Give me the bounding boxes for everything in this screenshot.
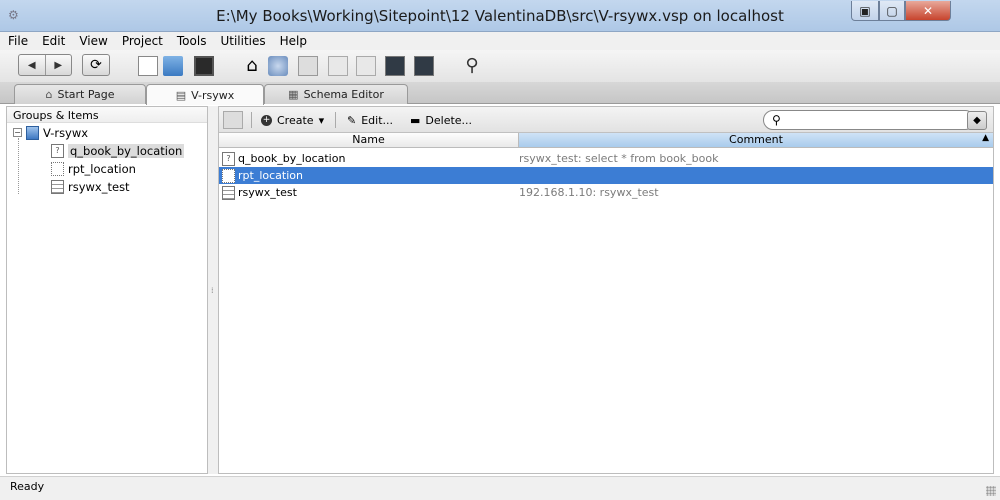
console-icon[interactable] <box>385 56 405 76</box>
report-icon <box>51 161 64 176</box>
tab-label: Schema Editor <box>303 88 384 101</box>
folder-icon[interactable] <box>223 111 243 129</box>
window-title: E:\My Books\Working\Sitepoint\12 Valenti… <box>216 7 784 25</box>
row-name: rpt_location <box>238 169 303 182</box>
home-icon: ⌂ <box>45 88 53 101</box>
table-row[interactable]: rsywx_test 192.168.1.10: rsywx_test <box>219 184 993 201</box>
column-header-comment[interactable]: Comment ▲ <box>519 133 993 147</box>
tab-schema-editor[interactable]: ▦ Schema Editor <box>264 84 408 104</box>
open-folder-icon[interactable] <box>163 56 183 76</box>
delete-button[interactable]: ▬ Delete... <box>410 111 472 129</box>
table-row[interactable]: ? q_book_by_location rsywx_test: select *… <box>219 150 993 167</box>
forward-button[interactable]: ▶ <box>46 55 72 75</box>
separator <box>335 112 336 128</box>
column-header-name[interactable]: Name <box>219 133 519 147</box>
query-icon: ? <box>222 151 235 166</box>
minus-icon: ▬ <box>410 113 421 127</box>
collapse-icon[interactable]: − <box>13 128 22 137</box>
database-icon <box>26 125 39 140</box>
home-icon[interactable]: ⌂ <box>242 56 262 76</box>
menu-view[interactable]: View <box>71 32 113 50</box>
menu-project[interactable]: Project <box>114 32 169 50</box>
report-icon <box>222 168 235 183</box>
row-name: q_book_by_location <box>238 152 346 165</box>
items-panel: + Create ▾ ✎ Edit... ▬ Delete... ⚲ ◆ Nam… <box>218 106 994 474</box>
tree-root[interactable]: − V-rsywx <box>13 124 88 141</box>
chevron-down-icon: ▾ <box>318 113 325 127</box>
menu-tools[interactable]: Tools <box>169 32 213 50</box>
search-icon: ⚲ <box>772 113 781 127</box>
tree-item-rsywx-test[interactable]: rsywx_test <box>51 178 130 195</box>
column-header-label: Comment <box>729 133 783 146</box>
tab-label: Start Page <box>57 88 115 101</box>
monitor-icon[interactable] <box>414 56 434 76</box>
sql-editor-icon[interactable] <box>268 56 288 76</box>
new-file-icon[interactable] <box>138 56 158 76</box>
create-label: Create <box>277 113 314 127</box>
row-name: rsywx_test <box>238 186 297 199</box>
tree-line <box>18 138 19 194</box>
search-input[interactable] <box>784 114 974 126</box>
main-toolbar: ◀ ▶ ⟳ ⌂ ⚲ <box>0 50 1000 82</box>
save-icon[interactable] <box>194 56 214 76</box>
status-bar: Ready <box>0 476 1000 500</box>
nav-buttons: ◀ ▶ <box>18 54 72 76</box>
status-text: Ready <box>10 480 45 493</box>
create-button[interactable]: + Create ▾ <box>261 111 324 129</box>
tree-item-q-book-by-location[interactable]: ? q_book_by_location <box>51 142 185 159</box>
edit-button[interactable]: ✎ Edit... <box>347 111 393 129</box>
tab-start-page[interactable]: ⌂ Start Page <box>14 84 146 104</box>
row-comment: 192.168.1.10: rsywx_test <box>519 186 659 199</box>
plus-icon: + <box>261 114 272 126</box>
splitter-grip-icon: ⁞ <box>211 286 214 295</box>
row-comment: rsywx_test: select * from book_book <box>519 152 719 165</box>
menu-utilities[interactable]: Utilities <box>212 32 271 50</box>
grid-tool-icon[interactable] <box>356 56 376 76</box>
document-icon: ▤ <box>175 88 187 102</box>
items-toolbar: + Create ▾ ✎ Edit... ▬ Delete... ⚲ ◆ <box>219 107 993 133</box>
server-icon[interactable] <box>298 56 318 76</box>
query-icon: ? <box>51 143 64 158</box>
tree-item-label: rsywx_test <box>68 179 130 194</box>
disabled-tool-icon[interactable] <box>328 56 348 76</box>
edit-label: Edit... <box>361 113 394 127</box>
close-button[interactable]: ✕ <box>905 1 951 21</box>
menu-file[interactable]: File <box>0 32 34 50</box>
maximize-button[interactable]: ▢ <box>879 1 905 21</box>
table-icon <box>222 185 235 200</box>
menu-help[interactable]: Help <box>272 32 313 50</box>
resize-grip-icon[interactable] <box>986 486 996 496</box>
refresh-button[interactable]: ⟳ <box>82 54 110 76</box>
tree-root-label: V-rsywx <box>43 125 89 140</box>
tree-item-rpt-location[interactable]: rpt_location <box>51 160 136 177</box>
menu-edit[interactable]: Edit <box>34 32 71 50</box>
table-header: Name Comment ▲ <box>219 133 993 148</box>
schema-icon: ▦ <box>288 88 299 101</box>
pencil-icon: ✎ <box>347 113 357 127</box>
tab-label: V-rsywx <box>191 88 235 102</box>
table-icon <box>51 179 64 194</box>
separator <box>251 112 252 128</box>
delete-label: Delete... <box>425 113 473 127</box>
sort-ascending-icon: ▲ <box>982 133 989 143</box>
options-icon[interactable]: ◆ <box>967 111 987 130</box>
connect-icon[interactable]: ⚲ <box>462 56 482 76</box>
tab-v-rsywx[interactable]: ▤ V-rsywx <box>146 84 264 105</box>
title-bar: ⚙ E:\My Books\Working\Sitepoint\12 Valen… <box>0 0 1000 32</box>
tab-strip: ⌂ Start Page ▤ V-rsywx ▦ Schema Editor <box>0 82 1000 105</box>
minimize-button[interactable]: ▣ <box>851 1 879 21</box>
tree-item-label: rpt_location <box>68 161 136 176</box>
groups-items-panel: Groups & Items − V-rsywx ? q_book_by_loc… <box>6 106 208 474</box>
back-button[interactable]: ◀ <box>19 55 46 75</box>
panel-splitter[interactable]: ⁞ <box>208 106 218 474</box>
table-row-selected[interactable]: rpt_location <box>219 167 993 184</box>
menu-bar: File Edit View Project Tools Utilities H… <box>0 32 1000 50</box>
search-box[interactable]: ⚲ <box>763 110 975 130</box>
panel-header: Groups & Items <box>7 107 207 123</box>
tree-item-label: q_book_by_location <box>68 143 185 158</box>
